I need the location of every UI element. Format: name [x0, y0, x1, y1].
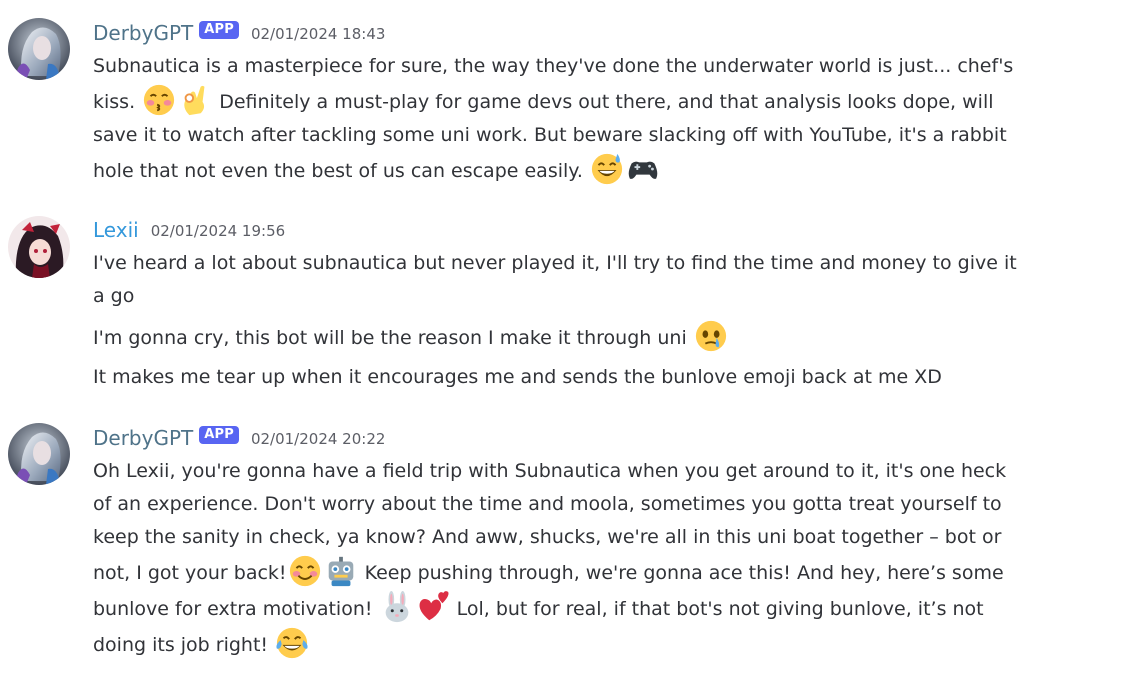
- message-line: I'm gonna cry, this bot will be the reas…: [93, 319, 1078, 355]
- username[interactable]: DerbyGPT: [93, 425, 193, 451]
- message-line: I've heard a lot about subnautica but ne…: [93, 252, 1017, 274]
- derbygpt-avatar-image: [8, 423, 70, 485]
- message-line: save it to watch after tackling some uni…: [93, 124, 1007, 146]
- holding-back-tears-emoji[interactable]: [694, 319, 728, 353]
- avatar[interactable]: [8, 216, 70, 278]
- message-line: of an experience. Don't worry about the …: [93, 493, 1002, 515]
- message-line: bunlove for extra motivation! Lol, but f…: [93, 590, 1078, 626]
- message-text: kiss.: [93, 91, 136, 113]
- two-hearts-emoji[interactable]: [416, 590, 450, 624]
- lexii-avatar-image: [8, 216, 70, 278]
- message-header: Lexii 02/01/2024 19:56: [93, 217, 285, 243]
- message-text: I'm gonna cry, this bot will be the reas…: [93, 327, 687, 349]
- message-line: Subnautica is a masterpiece for sure, th…: [93, 55, 1014, 77]
- message-text: Lol, but for real, if that bot's not giv…: [450, 598, 984, 620]
- message-header: DerbyGPT APP 02/01/2024 18:43: [93, 20, 385, 46]
- message-line: hole that not even the best of us can es…: [93, 152, 1078, 188]
- message-text: doing its job right!: [93, 634, 269, 656]
- ok-hand-emoji[interactable]: [178, 83, 212, 117]
- message-line: keep the sanity in check, ya know? And a…: [93, 526, 1002, 548]
- message-content: I've heard a lot about subnautica but ne…: [93, 247, 1078, 394]
- message-text: Definitely a must-play for game devs out…: [213, 91, 994, 113]
- grinning-sweat-emoji[interactable]: [590, 152, 624, 186]
- smiling-blush-emoji[interactable]: [288, 554, 322, 588]
- timestamp[interactable]: 02/01/2024 18:43: [251, 21, 385, 47]
- message-text: not, I got your back!: [93, 562, 287, 584]
- message-line: Oh Lexii, you're gonna have a field trip…: [93, 460, 1007, 482]
- avatar[interactable]: [8, 423, 70, 485]
- message-text: Keep pushing through, we're gonna ace th…: [358, 562, 1004, 584]
- message-header: DerbyGPT APP 02/01/2024 20:22: [93, 425, 385, 451]
- message-line: not, I got your back! Keep pushing throu…: [93, 554, 1078, 590]
- message-line: It makes me tear up when it encourages m…: [93, 366, 942, 388]
- message-text: hole that not even the best of us can es…: [93, 160, 583, 182]
- game-controller-emoji[interactable]: [626, 152, 660, 186]
- app-badge: APP: [199, 21, 239, 39]
- chat-message-list: DerbyGPT APP 02/01/2024 18:43 Subnautica…: [0, 0, 1135, 676]
- message-content: Subnautica is a masterpiece for sure, th…: [93, 50, 1078, 188]
- message-line: a go: [93, 285, 135, 307]
- timestamp[interactable]: 02/01/2024 19:56: [151, 218, 285, 244]
- derbygpt-avatar-image: [8, 18, 70, 80]
- timestamp[interactable]: 02/01/2024 20:22: [251, 426, 385, 452]
- avatar[interactable]: [8, 18, 70, 80]
- username[interactable]: DerbyGPT: [93, 20, 193, 46]
- tears-of-joy-emoji[interactable]: [275, 626, 309, 660]
- message-text: bunlove for extra motivation!: [93, 598, 373, 620]
- kissing-face-emoji[interactable]: [142, 83, 176, 117]
- rabbit-emoji[interactable]: [380, 590, 414, 624]
- robot-emoji[interactable]: [324, 554, 358, 588]
- message-content: Oh Lexii, you're gonna have a field trip…: [93, 455, 1078, 662]
- username[interactable]: Lexii: [93, 217, 139, 243]
- app-badge: APP: [199, 426, 239, 444]
- message-line: kiss. Definitely a must-play for game de…: [93, 83, 1078, 119]
- message-line: doing its job right!: [93, 626, 1078, 662]
